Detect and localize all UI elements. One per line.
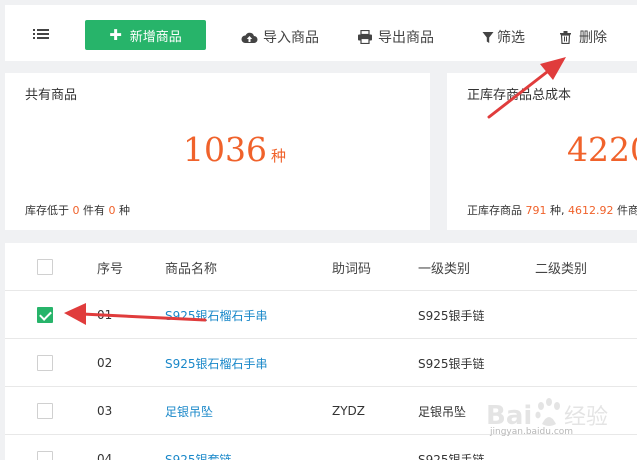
card-footer: 库存低于 0 件有 0 种 (25, 202, 130, 218)
table-header-row: 序号 商品名称 助词码 一级类别 二级类别 (5, 243, 637, 291)
footer-text: 种 (115, 204, 130, 217)
delete-label: 删除 (579, 30, 607, 46)
product-category-1: S925银手链 (418, 308, 485, 323)
delete-button[interactable]: 删除 (560, 25, 607, 49)
product-name-link[interactable]: 足银吊坠 (165, 387, 213, 435)
inventory-cost-value: 4220 (567, 130, 637, 169)
add-product-label: 新增商品 (129, 29, 182, 45)
product-name-link[interactable]: S925银石榴石手串 (165, 339, 268, 387)
footer-text: 件有 (79, 204, 109, 217)
total-products-count: 1036 (183, 130, 267, 169)
card-title: 正库存商品总成本 (467, 88, 572, 103)
row-index: 04 (97, 452, 113, 460)
footer-value: 0 (72, 204, 80, 217)
card-value: 4220 (567, 130, 637, 169)
filter-button[interactable]: 筛选 (482, 25, 525, 49)
table-row[interactable]: 02 S925银石榴石手串 S925银手链 (5, 339, 637, 387)
baidu-watermark-logo: Bai 经验 (486, 398, 608, 431)
footer-text: 种, (546, 204, 568, 217)
footer-value: 0 (108, 204, 116, 217)
table-row[interactable]: 01 S925银石榴石手串 S925银手链 (5, 291, 637, 339)
watermark-url: jingyan.baidu.com (490, 427, 574, 437)
product-name-link[interactable]: S925银套链 (165, 435, 232, 460)
export-products-label: 导出商品 (378, 30, 434, 46)
footer-text: 正库存商品 (467, 204, 526, 217)
footer-text: 件商 (613, 204, 637, 217)
card-title: 共有商品 (25, 88, 78, 103)
column-header-index[interactable]: 序号 (97, 243, 123, 291)
product-category-1: S925银手链 (418, 452, 485, 460)
list-menu-icon[interactable] (33, 27, 49, 41)
column-header-name[interactable]: 商品名称 (165, 243, 217, 291)
cloud-upload-icon (241, 32, 258, 43)
row-index: 02 (97, 356, 113, 370)
inventory-cost-card: 正库存商品总成本 4220 正库存商品 791 种, 4612.92 件商 (447, 73, 637, 230)
row-index: 01 (97, 308, 113, 322)
footer-value: 791 (525, 204, 547, 217)
row-index: 03 (97, 404, 113, 418)
product-code: ZYDZ (332, 404, 366, 418)
printer-icon (358, 30, 372, 44)
footer-text: 库存低于 (25, 204, 73, 217)
product-name-link[interactable]: S925银石榴石手串 (165, 291, 268, 339)
toolbar: ✚ 新增商品 导入商品 导出商品 筛选 删除 (5, 5, 637, 61)
row-checkbox[interactable] (37, 307, 53, 323)
row-checkbox[interactable] (37, 355, 53, 371)
page: ✚ 新增商品 导入商品 导出商品 筛选 删除 共有商品 1036 种 库存低于 … (0, 0, 637, 460)
plus-icon: ✚ (109, 26, 122, 44)
export-products-button[interactable]: 导出商品 (357, 25, 434, 49)
row-checkbox[interactable] (37, 451, 53, 460)
card-value: 1036 种 (183, 130, 286, 169)
product-category-1: 足银吊坠 (418, 404, 467, 419)
product-category-1: S925银手链 (418, 356, 485, 371)
funnel-icon (482, 31, 494, 43)
column-header-code[interactable]: 助词码 (332, 243, 371, 291)
trash-icon (560, 30, 571, 44)
add-product-button[interactable]: ✚ 新增商品 (85, 20, 206, 50)
card-unit: 种 (270, 147, 286, 165)
column-header-category-1[interactable]: 一级类别 (418, 243, 470, 291)
total-products-card: 共有商品 1036 种 库存低于 0 件有 0 种 (5, 73, 430, 230)
footer-value: 4612.92 (568, 204, 614, 217)
row-checkbox[interactable] (37, 403, 53, 419)
import-products-button[interactable]: 导入商品 (241, 25, 319, 49)
card-footer: 正库存商品 791 种, 4612.92 件商 (467, 202, 637, 218)
filter-label: 筛选 (497, 30, 525, 46)
select-all-checkbox[interactable] (37, 259, 53, 275)
import-products-label: 导入商品 (263, 30, 319, 46)
column-header-category-2[interactable]: 二级类别 (535, 243, 587, 291)
